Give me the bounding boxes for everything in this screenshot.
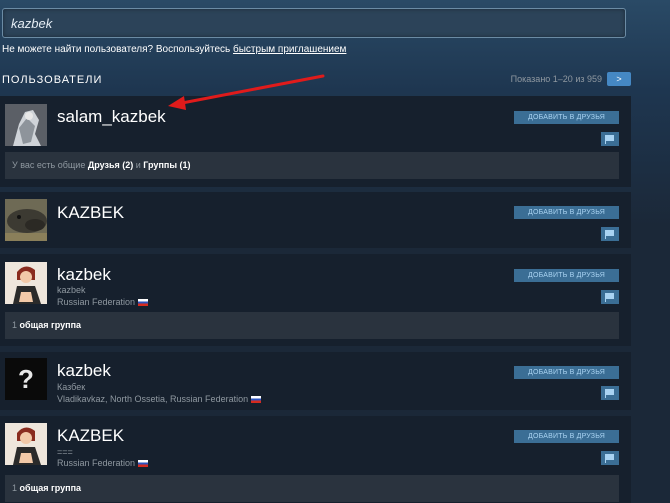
- user-card: kazbek kazbek Russian Federation ДОБАВИТ…: [0, 254, 631, 346]
- location-text: Russian Federation: [57, 458, 136, 468]
- persona-name[interactable]: KAZBEK: [57, 426, 124, 446]
- user-card: ? kazbek Казбек Vladikavkaz, North Osset…: [0, 352, 631, 410]
- flag-icon: [605, 454, 614, 463]
- real-name: Казбек: [57, 382, 86, 392]
- common-groups-link[interactable]: общая группа: [17, 320, 82, 330]
- location-line: Russian Federation: [57, 297, 149, 307]
- placeholder-question-icon: ?: [18, 364, 34, 394]
- avatar[interactable]: [5, 104, 47, 146]
- avatar[interactable]: [5, 262, 47, 304]
- persona-name[interactable]: kazbek: [57, 265, 111, 285]
- location-text: Russian Federation: [57, 297, 136, 307]
- common-info-bar: 1 общая группа: [5, 475, 619, 502]
- add-friend-button[interactable]: ДОБАВИТЬ В ДРУЗЬЯ: [514, 366, 619, 379]
- russia-flag-icon: [138, 460, 149, 468]
- avatar[interactable]: ?: [5, 358, 47, 400]
- report-flag-button[interactable]: [601, 290, 619, 304]
- section-title: ПОЛЬЗОВАТЕЛИ: [2, 74, 103, 86]
- paging-text: Показано 1–20 из 959: [510, 74, 602, 84]
- user-card: salam_kazbek ДОБАВИТЬ В ДРУЗЬЯ У вас ест…: [0, 96, 631, 187]
- common-groups-link[interactable]: общая группа: [17, 483, 82, 493]
- russia-flag-icon: [138, 299, 149, 307]
- real-name: ===: [57, 447, 73, 457]
- location-line: Vladikavkaz, North Ossetia, Russian Fede…: [57, 394, 262, 404]
- russia-flag-icon: [251, 396, 262, 404]
- common-groups-link[interactable]: Группы (1): [143, 160, 190, 170]
- search-hint: Не можете найти пользователя? Воспользуй…: [2, 44, 346, 55]
- common-info-bar: 1 общая группа: [5, 312, 619, 339]
- add-friend-button[interactable]: ДОБАВИТЬ В ДРУЗЬЯ: [514, 111, 619, 124]
- avatar[interactable]: [5, 423, 47, 465]
- persona-name[interactable]: salam_kazbek: [57, 107, 166, 127]
- report-flag-button[interactable]: [601, 451, 619, 465]
- common-and: и: [133, 160, 144, 170]
- persona-name[interactable]: kazbek: [57, 361, 111, 381]
- common-prefix: У вас есть общие: [12, 160, 88, 170]
- add-friend-button[interactable]: ДОБАВИТЬ В ДРУЗЬЯ: [514, 269, 619, 282]
- hint-text: Не можете найти пользователя? Воспользуй…: [2, 44, 234, 55]
- add-friend-button[interactable]: ДОБАВИТЬ В ДРУЗЬЯ: [514, 430, 619, 443]
- quick-invite-link[interactable]: быстрым приглашением: [233, 44, 346, 55]
- report-flag-button[interactable]: [601, 386, 619, 400]
- search-input[interactable]: [3, 9, 625, 37]
- location-text: Vladikavkaz, North Ossetia, Russian Fede…: [57, 394, 249, 404]
- avatar[interactable]: [5, 199, 47, 241]
- report-flag-button[interactable]: [601, 227, 619, 241]
- flag-icon: [605, 293, 614, 302]
- real-name: kazbek: [57, 285, 86, 295]
- location-line: Russian Federation: [57, 458, 149, 468]
- report-flag-button[interactable]: [601, 132, 619, 146]
- flag-icon: [605, 135, 614, 144]
- flag-icon: [605, 230, 614, 239]
- common-friends-link[interactable]: Друзья (2): [88, 160, 133, 170]
- user-card: KAZBEK === Russian Federation ДОБАВИТЬ В…: [0, 416, 631, 503]
- persona-name[interactable]: KAZBEK: [57, 203, 124, 223]
- flag-icon: [605, 389, 614, 398]
- user-card: KAZBEK ДОБАВИТЬ В ДРУЗЬЯ: [0, 192, 631, 248]
- common-info-bar: У вас есть общие Друзья (2) и Группы (1): [5, 152, 619, 179]
- search-box[interactable]: [2, 8, 626, 38]
- next-page-button[interactable]: >: [607, 72, 631, 86]
- add-friend-button[interactable]: ДОБАВИТЬ В ДРУЗЬЯ: [514, 206, 619, 219]
